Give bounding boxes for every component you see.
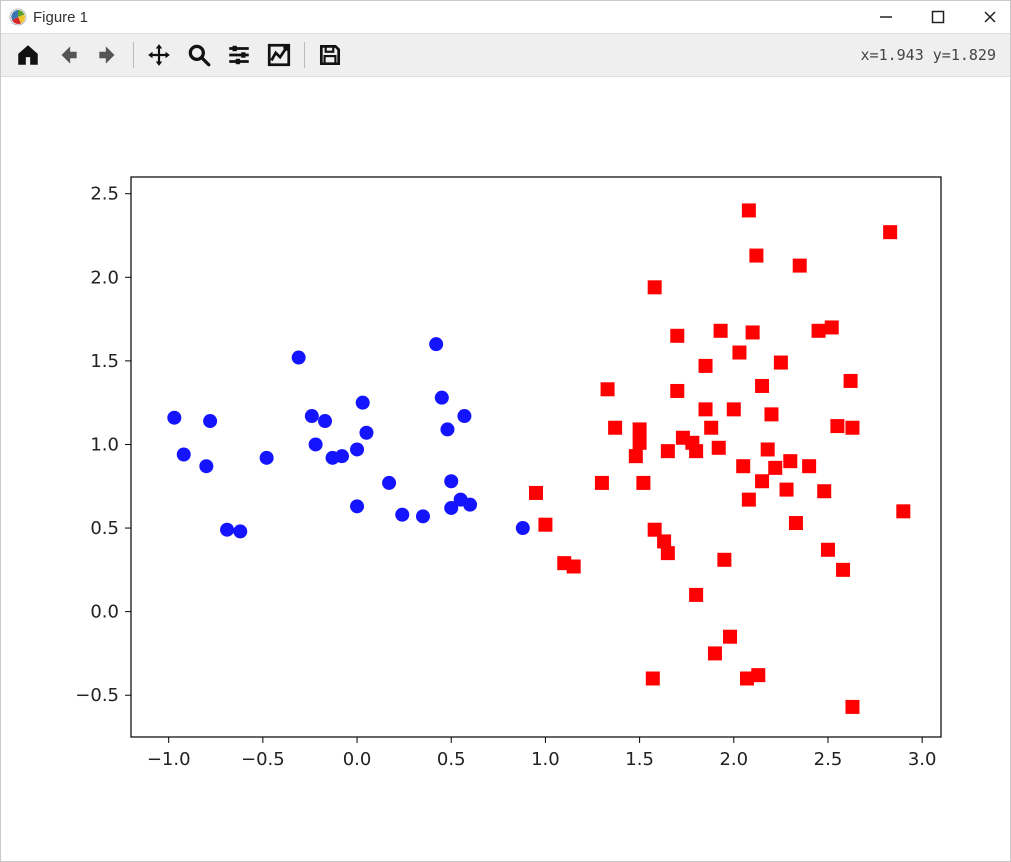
home-button[interactable] — [9, 38, 47, 72]
maximize-button[interactable] — [926, 5, 950, 29]
svg-text:0.5: 0.5 — [90, 518, 119, 539]
forward-icon — [95, 42, 121, 68]
svg-text:0.0: 0.0 — [343, 749, 372, 770]
back-icon — [55, 42, 81, 68]
svg-text:1.5: 1.5 — [625, 749, 654, 770]
svg-text:−0.5: −0.5 — [241, 749, 285, 770]
app-icon — [9, 8, 27, 26]
svg-text:3.0: 3.0 — [908, 749, 937, 770]
back-button[interactable] — [49, 38, 87, 72]
svg-text:2.0: 2.0 — [719, 749, 748, 770]
pan-icon — [146, 42, 172, 68]
svg-text:0.0: 0.0 — [90, 602, 119, 623]
svg-text:1.0: 1.0 — [531, 749, 560, 770]
figure-window: Figure 1 — [0, 0, 1011, 862]
toolbar-separator — [133, 42, 134, 68]
configure-icon — [226, 42, 252, 68]
svg-text:2.0: 2.0 — [90, 267, 119, 288]
cursor-coordinates: x=1.943 y=1.829 — [861, 46, 1002, 64]
window-controls — [874, 5, 1002, 29]
titlebar: Figure 1 — [1, 1, 1010, 33]
svg-text:−1.0: −1.0 — [147, 749, 191, 770]
svg-text:2.5: 2.5 — [814, 749, 843, 770]
window-title: Figure 1 — [33, 9, 88, 26]
edit-icon — [266, 42, 292, 68]
toolbar: x=1.943 y=1.829 — [1, 33, 1010, 77]
configure-button[interactable] — [220, 38, 258, 72]
edit-button[interactable] — [260, 38, 298, 72]
svg-text:−0.5: −0.5 — [75, 685, 119, 706]
zoom-icon — [186, 42, 212, 68]
save-icon — [317, 42, 343, 68]
toolbar-separator — [304, 42, 305, 68]
pan-button[interactable] — [140, 38, 178, 72]
zoom-button[interactable] — [180, 38, 218, 72]
svg-text:1.5: 1.5 — [90, 351, 119, 372]
close-button[interactable] — [978, 5, 1002, 29]
svg-text:2.5: 2.5 — [90, 184, 119, 205]
forward-button[interactable] — [89, 38, 127, 72]
plot-area[interactable]: −1.0 −0.5 0.0 0.5 1.0 1.5 2.0 2.5 3.0 −0.5 0.0 0.5 1… — [1, 77, 1010, 861]
home-icon — [15, 42, 41, 68]
svg-text:1.0: 1.0 — [90, 434, 119, 455]
minimize-button[interactable] — [874, 5, 898, 29]
save-button[interactable] — [311, 38, 349, 72]
svg-text:0.5: 0.5 — [437, 749, 466, 770]
scatter-plot: −1.0 −0.5 0.0 0.5 1.0 1.5 2.0 2.5 3.0 −0.5 0.0 0.5 1… — [1, 77, 1010, 861]
